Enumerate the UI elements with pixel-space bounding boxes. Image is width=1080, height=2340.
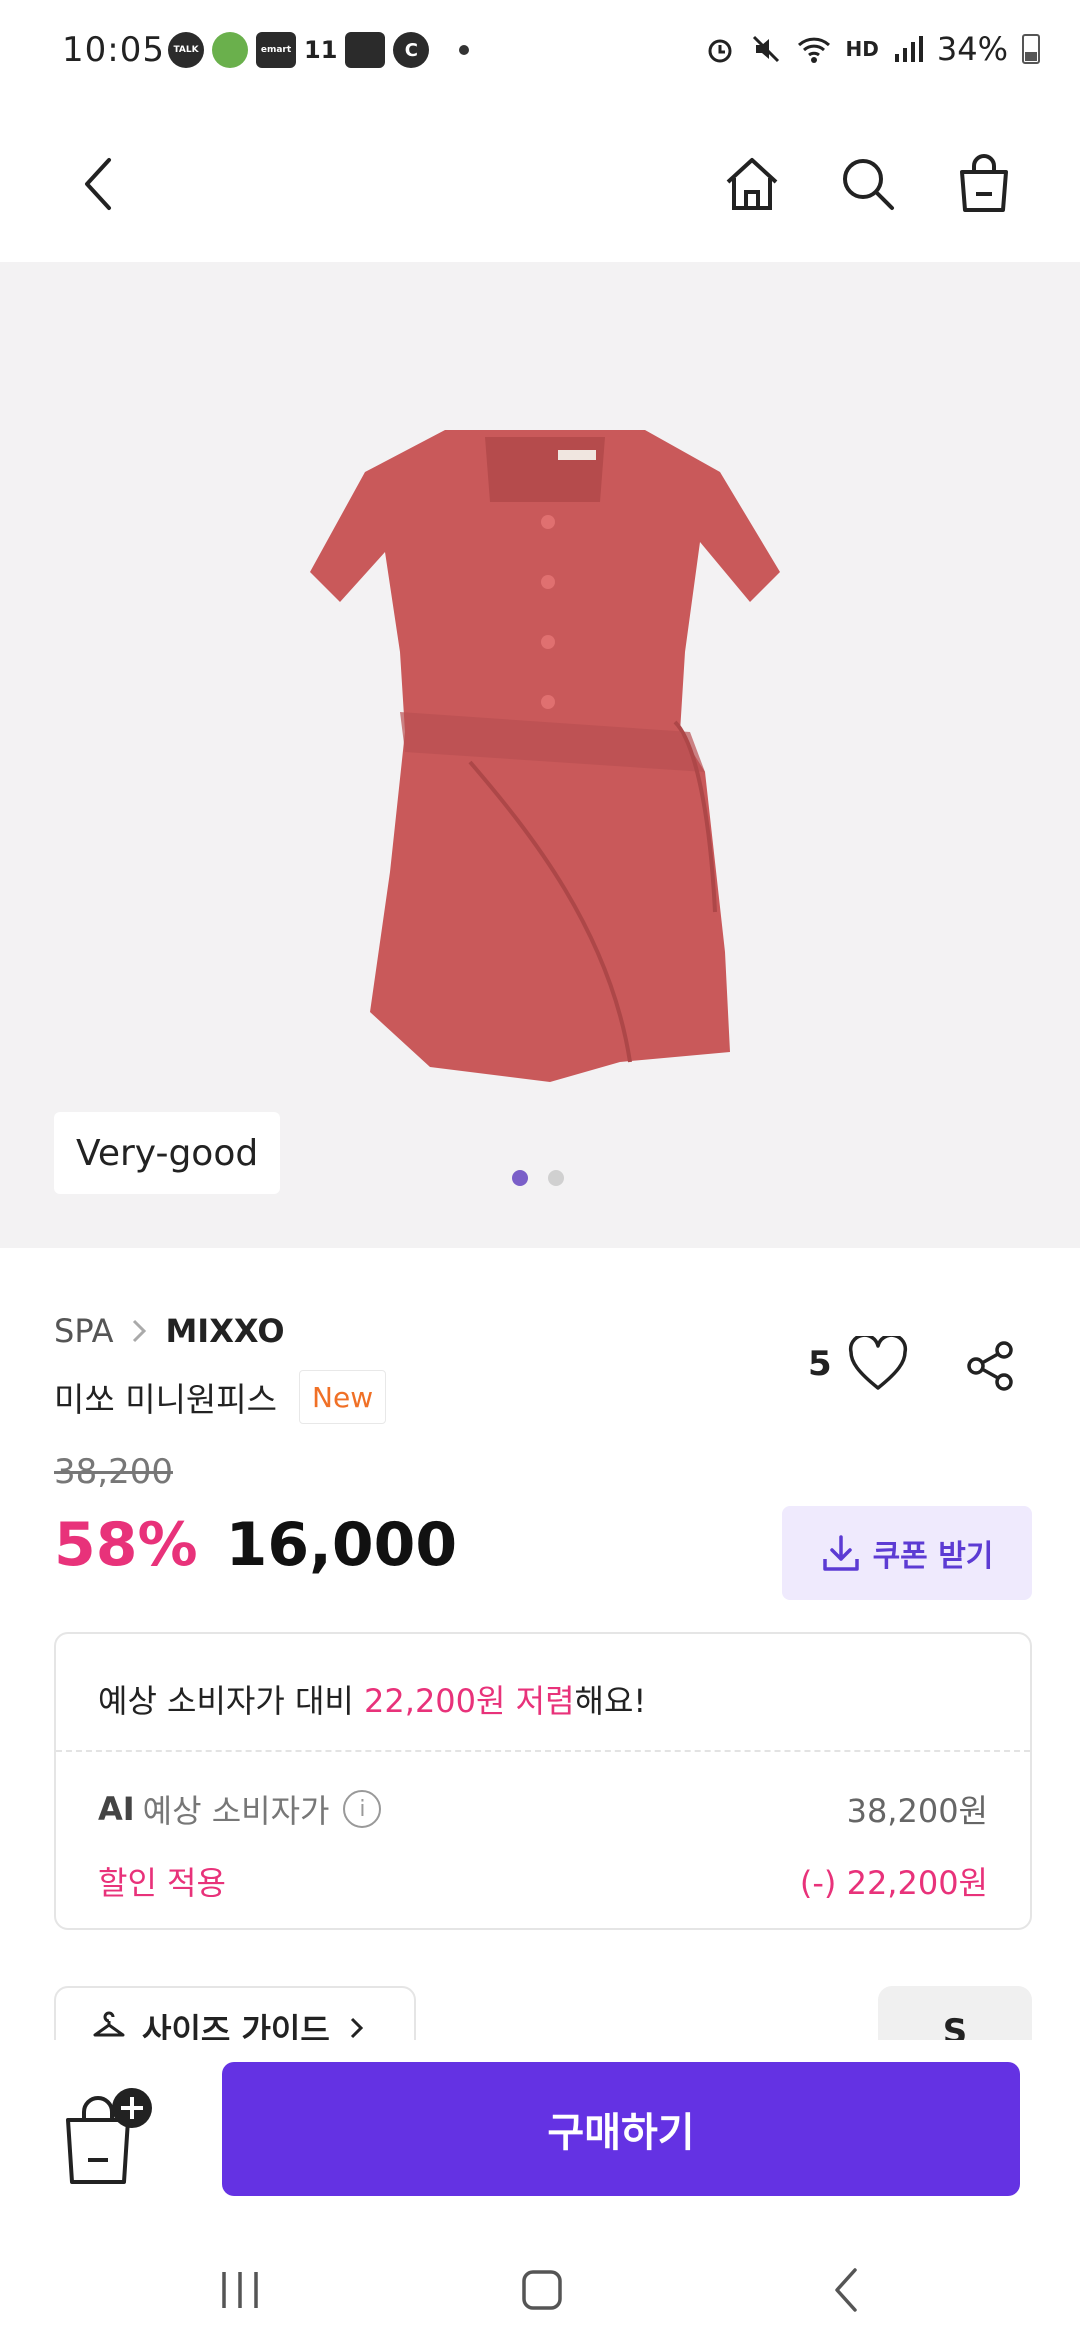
eleven-street-icon: 11 [304,36,338,64]
product-image-dress [310,430,780,1082]
home-button[interactable] [712,144,792,224]
coupon-download-button[interactable]: 쿠폰 받기 [782,1506,1032,1600]
status-bar: 10:05 TALK emart 11 C HD 34% [0,0,1080,104]
savings-amount-highlight: 22,200원 저렴 [364,1682,575,1720]
product-name: 미쏘 미니원피스 [54,1380,278,1419]
mute-icon [752,35,779,63]
savings-head-suffix: 해요! [574,1682,647,1720]
recent-apps-button[interactable] [200,2260,280,2320]
c-app-icon: C [393,32,430,68]
wifi-icon [797,37,830,63]
ai-label: AI [98,1790,135,1828]
search-button[interactable] [828,144,908,224]
dashed-divider [56,1750,1030,1752]
search-icon [843,159,894,210]
add-to-cart-button[interactable] [58,2084,158,2194]
breadcrumb-category[interactable]: SPA [54,1312,113,1350]
new-badge: New [299,1370,387,1424]
signal-icon [894,36,923,62]
download-icon [822,1535,859,1571]
back-button[interactable] [60,144,140,224]
bottom-action-bar: 구매하기 [0,2040,1080,2240]
alarm-icon [708,39,732,63]
savings-summary-box: 예상 소비자가 대비 22,200원 저렴해요! AI 예상 소비자가 i 38… [54,1632,1032,1930]
chevron-right-icon [133,1319,147,1343]
estimated-price-label: 예상 소비자가 [142,1792,330,1830]
app-bar [0,104,1080,262]
carousel-dot[interactable] [548,1170,564,1186]
emart-icon: emart [256,32,296,68]
notification-icons: TALK emart 11 C [168,32,470,68]
home-square-icon [522,2270,562,2310]
discount-applied-value: (-) 22,200원 [799,1864,988,1902]
coupon-label: 쿠폰 받기 [872,1539,994,1574]
home-icon [726,158,778,210]
breadcrumb-brand[interactable]: MIXXO [165,1312,284,1350]
like-count: 5 [808,1344,832,1384]
back-nav-icon [835,2268,857,2312]
hd-voice-label: HD [845,37,879,61]
battery-percent: 34% [936,30,1008,68]
original-price: 38,200 [54,1452,173,1492]
price-row: 58% 16,000 [54,1510,457,1580]
kakaotalk-icon: TALK [168,32,204,68]
chevron-right-icon [350,2017,363,2039]
info-icon[interactable]: i [343,1790,382,1828]
more-notifications-dot [459,45,470,55]
savings-head-prefix: 예상 소비자가 대비 [98,1682,365,1720]
ai-estimated-price-value: 38,200원 [846,1792,988,1830]
share-icon [967,1341,1013,1391]
condition-grade-badge: Very-good [54,1112,281,1194]
back-icon [85,158,111,210]
carousel-indicator [512,1170,564,1186]
sale-price: 16,000 [225,1510,458,1580]
home-nav-button[interactable] [502,2260,582,2320]
shopping-bag-icon [960,154,1008,212]
like-button[interactable]: 5 [808,1336,908,1392]
buy-button[interactable]: 구매하기 [222,2062,1020,2196]
carousel-dot-active[interactable] [512,1170,528,1186]
product-image-carousel[interactable]: Very-good [0,262,1080,1248]
shopping-app-icon [345,32,386,68]
product-title-row: 미쏘 미니원피스 New [54,1370,387,1424]
back-nav-button[interactable] [806,2260,886,2320]
shopping-bag-button[interactable] [944,144,1024,224]
add-to-bag-icon [66,2088,152,2184]
recent-apps-icon [222,2272,258,2308]
share-button[interactable] [960,1336,1020,1396]
ai-estimated-price-label: AI 예상 소비자가 i [98,1786,382,1832]
discount-rate: 58% [54,1510,198,1580]
battery-icon [1022,34,1040,64]
naver-icon [212,32,248,68]
status-time: 10:05 [62,30,165,70]
heart-icon [848,1336,907,1390]
discount-applied-label: 할인 적용 [98,1864,226,1902]
savings-headline: 예상 소비자가 대비 22,200원 저렴해요! [98,1676,646,1722]
system-status-icons: HD 34% [704,30,1040,68]
system-navigation-bar [0,2240,1080,2340]
breadcrumb: SPA MIXXO [54,1312,285,1350]
